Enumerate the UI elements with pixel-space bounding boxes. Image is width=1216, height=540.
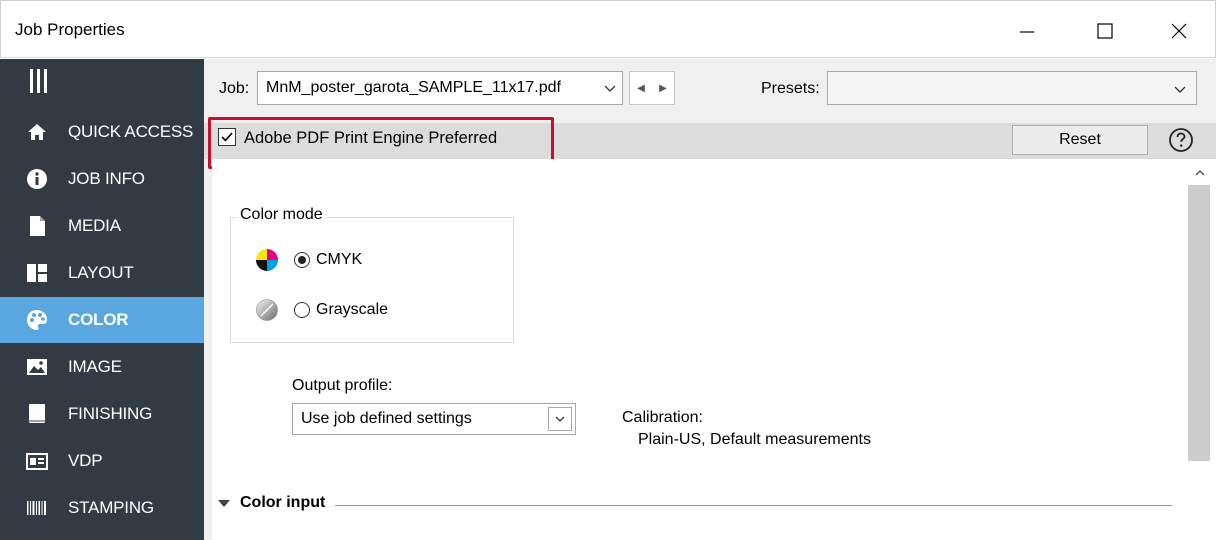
layout-icon: [26, 262, 48, 284]
sidebar-item-label: COLOR: [68, 310, 129, 329]
sidebar-item-label: JOB INFO: [68, 169, 145, 188]
sidebar-item-label: VDP: [68, 451, 103, 470]
menu-bar-icon: [30, 69, 33, 93]
image-icon: [26, 356, 48, 378]
sidebar-item-label: MEDIA: [68, 216, 121, 235]
job-select-value: MnM_poster_garota_SAMPLE_11x17.pdf: [266, 79, 561, 96]
menu-bar-icon: [37, 69, 40, 93]
chevron-down-icon: [1172, 81, 1188, 102]
color-input-section-header[interactable]: Color input: [218, 492, 1172, 514]
job-toolbar: Job: MnM_poster_garota_SAMPLE_11x17.pdf …: [204, 59, 1216, 119]
color-mode-grayscale-option[interactable]: Grayscale: [256, 297, 388, 323]
next-job-icon[interactable]: ▶: [659, 83, 667, 94]
window-title: Job Properties: [15, 20, 125, 39]
sidebar-item-job-info[interactable]: JOB INFO: [0, 156, 204, 202]
previous-job-icon[interactable]: ◀: [637, 83, 645, 94]
sidebar-item-color[interactable]: COLOR: [0, 297, 204, 343]
collapse-menu-button[interactable]: [30, 69, 47, 95]
job-select[interactable]: MnM_poster_garota_SAMPLE_11x17.pdf: [257, 71, 623, 105]
pdf-engine-label[interactable]: Adobe PDF Print Engine Preferred: [244, 129, 497, 148]
chevron-down-icon: [548, 407, 572, 431]
sidebar-item-layout[interactable]: LAYOUT: [0, 250, 204, 296]
close-icon: [1171, 23, 1187, 39]
pdf-engine-checkbox[interactable]: [218, 128, 236, 146]
color-mode-cmyk-option[interactable]: CMYK: [256, 247, 362, 273]
maximize-button[interactable]: [1075, 11, 1135, 51]
sidebar-item-media[interactable]: MEDIA: [0, 203, 204, 249]
color-mode-legend: Color mode: [236, 206, 327, 224]
vdp-icon: [26, 450, 48, 472]
close-button[interactable]: [1149, 11, 1209, 51]
color-mode-group: [230, 217, 514, 343]
chevron-down-icon: [602, 80, 618, 96]
cmyk-wheel-icon: [256, 249, 278, 271]
document-icon: [26, 215, 48, 237]
main-content: Job: MnM_poster_garota_SAMPLE_11x17.pdf …: [204, 59, 1216, 540]
scroll-thumb[interactable]: [1188, 185, 1210, 461]
scroll-up-icon[interactable]: [1194, 165, 1206, 183]
reset-button[interactable]: Reset: [1012, 125, 1148, 155]
collapse-triangle-icon: [218, 499, 230, 507]
color-input-label: Color input: [240, 494, 326, 511]
minimize-icon: [1020, 31, 1034, 33]
checkmark-icon: [221, 132, 233, 142]
output-profile-select[interactable]: Use job defined settings: [292, 403, 576, 435]
menu-bar-icon: [44, 69, 47, 93]
presets-label: Presets:: [761, 80, 820, 97]
sidebar-item-label: QUICK ACCESS: [68, 122, 194, 141]
info-icon: [26, 168, 48, 190]
sidebar-item-image[interactable]: IMAGE: [0, 344, 204, 390]
section-divider: [335, 504, 1172, 506]
home-icon: [26, 121, 48, 143]
title-bar: Job Properties: [0, 0, 1216, 58]
sidebar-item-label: STAMPING: [68, 498, 154, 517]
palette-icon: [26, 309, 48, 331]
sidebar-item-label: FINISHING: [68, 404, 153, 423]
sidebar-item-quick-access[interactable]: QUICK ACCESS: [0, 109, 204, 155]
radio-button[interactable]: [294, 302, 310, 318]
job-navigation: ◀ ▶: [629, 71, 675, 105]
help-button[interactable]: [1168, 127, 1194, 153]
sidebar-item-stamping[interactable]: STAMPING: [0, 485, 204, 531]
vertical-scrollbar[interactable]: [1188, 159, 1216, 540]
output-profile-value: Use job defined settings: [301, 410, 472, 427]
radio-button[interactable]: [294, 252, 310, 268]
grayscale-label: Grayscale: [316, 301, 389, 318]
calibration-value: Plain-US, Default measurements: [638, 431, 871, 448]
book-icon: [26, 403, 48, 425]
output-profile-label: Output profile:: [292, 377, 393, 394]
grayscale-wheel-icon: [256, 299, 278, 321]
sidebar: QUICK ACCESS JOB INFO MEDIA LAYOUT COLOR…: [0, 59, 204, 540]
sidebar-item-finishing[interactable]: FINISHING: [0, 391, 204, 437]
color-settings-panel: Color mode CMYK Grayscale Output profile…: [212, 159, 1188, 540]
help-icon: [1169, 128, 1193, 152]
sidebar-item-vdp[interactable]: VDP: [0, 438, 204, 484]
maximize-icon: [1097, 23, 1113, 39]
sidebar-item-label: LAYOUT: [68, 263, 134, 282]
minimize-button[interactable]: [997, 11, 1057, 51]
calibration-label: Calibration:: [622, 409, 703, 426]
barcode-icon: [26, 497, 48, 519]
cmyk-label: CMYK: [316, 251, 363, 268]
sidebar-item-label: IMAGE: [68, 357, 122, 376]
presets-select[interactable]: [827, 71, 1197, 105]
job-label: Job:: [219, 80, 250, 97]
